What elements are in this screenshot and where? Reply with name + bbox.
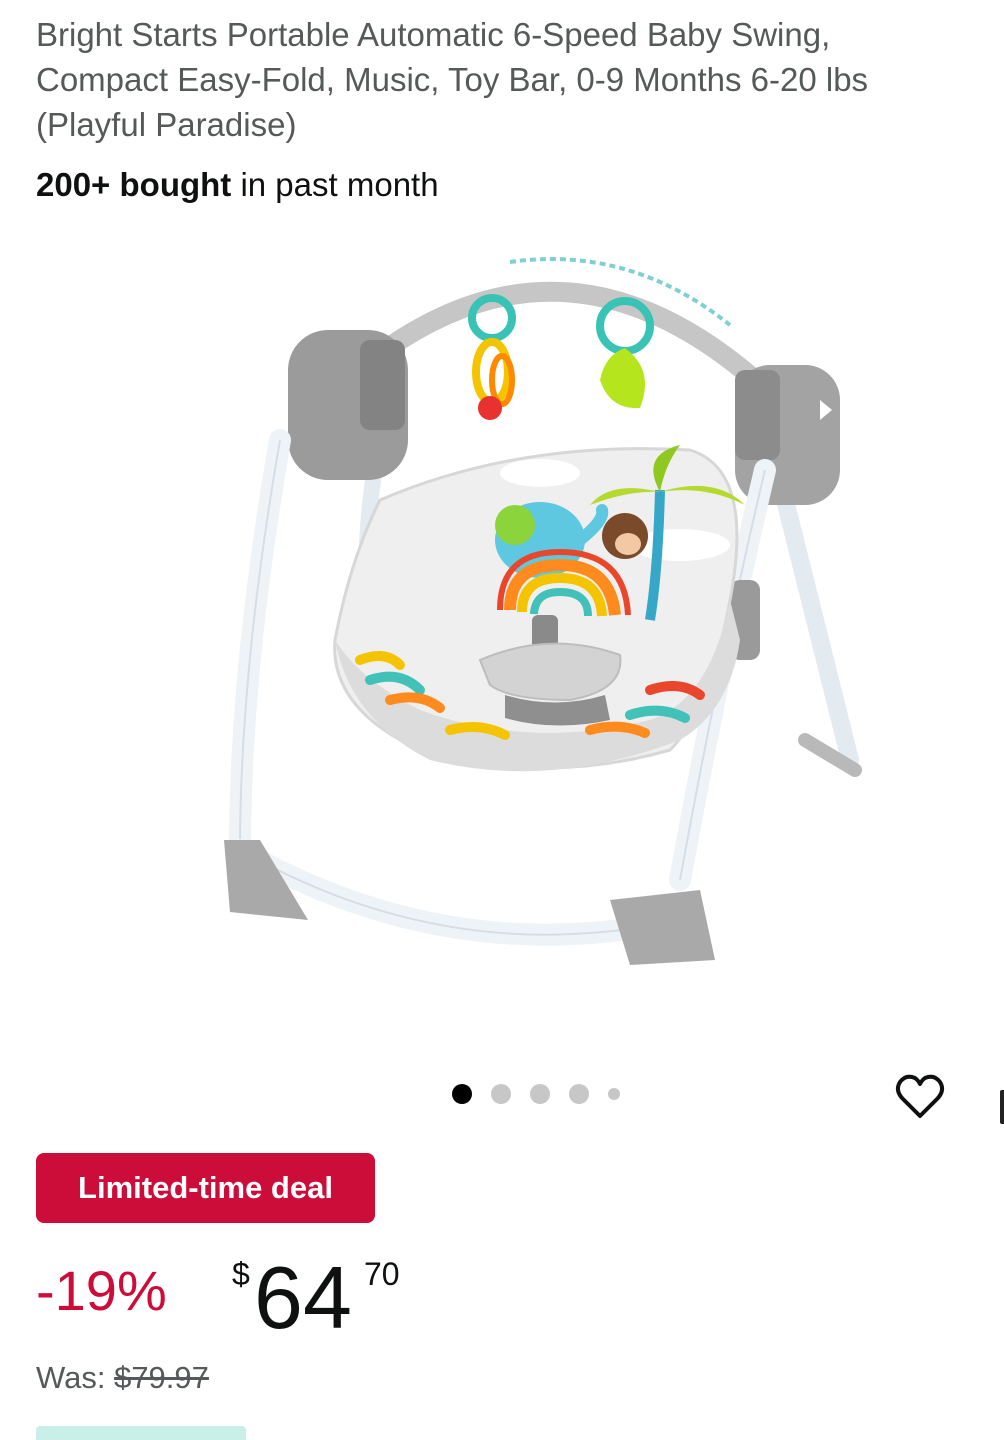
product-title: Bright Starts Portable Automatic 6-Speed… xyxy=(36,16,869,143)
heart-icon[interactable] xyxy=(893,1070,947,1124)
price-currency-symbol: $ xyxy=(232,1256,250,1292)
discount-percent: -19% xyxy=(36,1259,167,1322)
carousel-dot-1[interactable] xyxy=(452,1084,472,1104)
was-label: Was: xyxy=(36,1360,115,1395)
bought-count: 200+ bought xyxy=(36,166,232,203)
was-price-value: $79.97 xyxy=(114,1360,209,1395)
carousel-dot-3[interactable] xyxy=(530,1084,550,1104)
share-icon[interactable] xyxy=(1000,1090,1004,1124)
limited-time-deal-badge: Limited-time deal xyxy=(36,1153,375,1223)
bought-suffix: in past month xyxy=(231,166,439,203)
product-image[interactable] xyxy=(210,240,870,1000)
price-whole: 64 xyxy=(254,1248,352,1347)
carousel-dot-4[interactable] xyxy=(569,1084,589,1104)
price-fraction: 70 xyxy=(364,1256,400,1292)
carousel-dot-2[interactable] xyxy=(491,1084,511,1104)
carousel-dot-5[interactable] xyxy=(608,1088,620,1100)
bought-in-past-month: 200+ bought in past month xyxy=(36,164,439,206)
image-carousel-dots xyxy=(452,1084,639,1104)
was-price: Was: $79.97 xyxy=(36,1360,209,1396)
cutoff-badge xyxy=(36,1426,246,1440)
